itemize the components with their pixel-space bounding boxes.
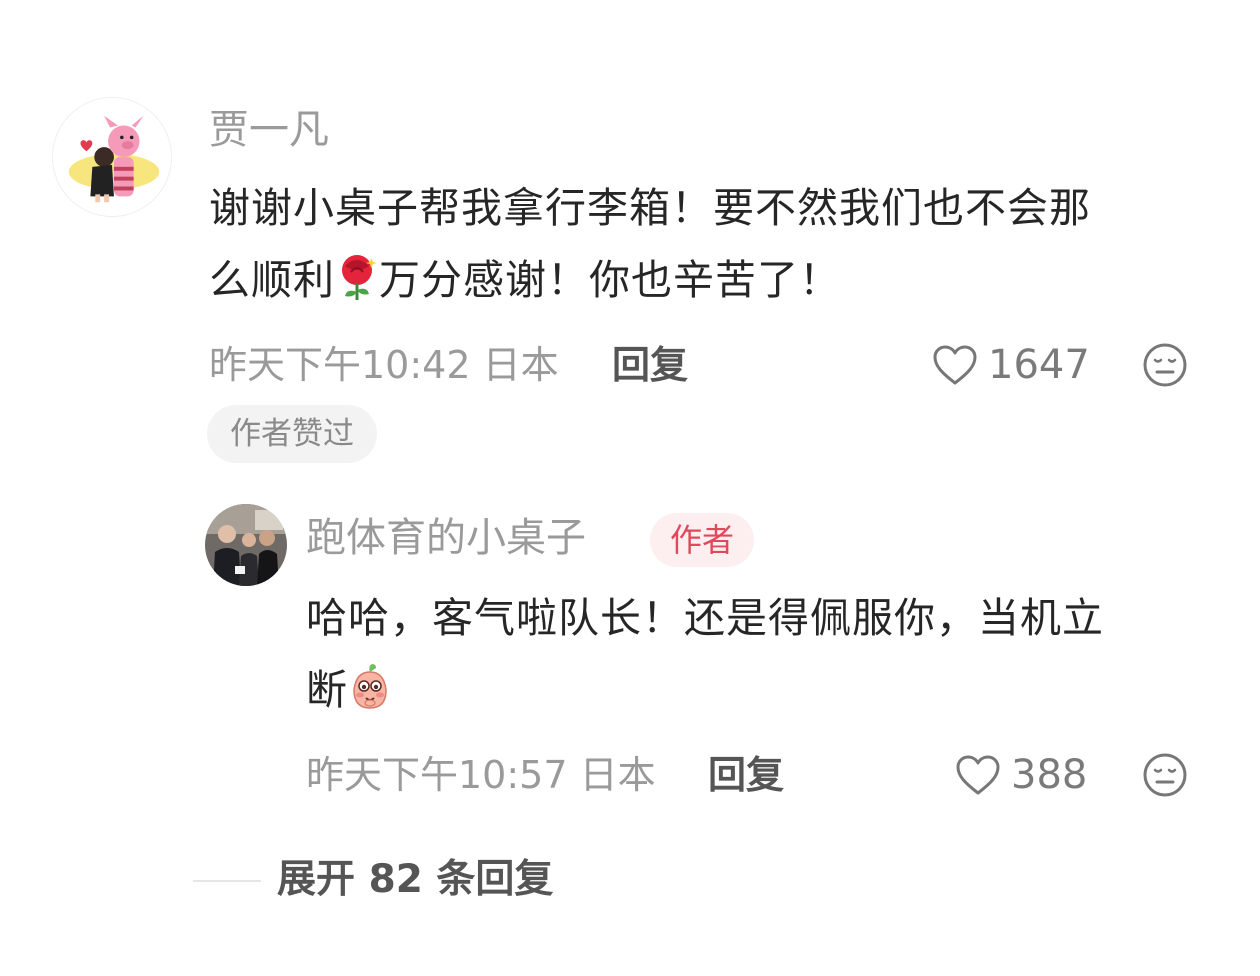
- comment-text-line2: 么顺利 万分感谢！你也辛苦了！: [209, 244, 1229, 316]
- commenter-username[interactable]: 贾一凡: [209, 106, 329, 154]
- reply-like-count: 388: [1011, 752, 1088, 798]
- author-liked-badge: 作者赞过: [207, 405, 377, 463]
- author-tag: 作者: [650, 513, 754, 567]
- reply-like-button[interactable]: 388: [955, 752, 1087, 798]
- replier-avatar[interactable]: [205, 504, 287, 586]
- commenter-avatar[interactable]: [52, 97, 172, 217]
- reply-timestamp: 昨天下午10:57 日本: [306, 753, 656, 797]
- reply-reply-button[interactable]: 回复: [708, 752, 784, 798]
- comment-text: 谢谢小桌子帮我拿行李箱！要不然我们也不会那 么顺利 万分感谢！你也辛苦了！: [209, 172, 1229, 316]
- comment-text-line1: 谢谢小桌子帮我拿行李箱！要不然我们也不会那: [209, 184, 1091, 232]
- comment-thread: 贾一凡 谢谢小桌子帮我拿行李箱！要不然我们也不会那 么顺利 万分感谢！你也辛苦了…: [0, 0, 1260, 976]
- comment-text-line2-b: 万分感谢！你也辛苦了！: [379, 256, 841, 304]
- peach-blush-emoji-icon: [353, 664, 387, 709]
- rose-emoji-icon: [342, 255, 377, 300]
- reply-text-line2: 断: [306, 654, 1226, 726]
- expand-divider: [193, 880, 261, 882]
- like-count: 1647: [988, 342, 1090, 388]
- reply-text-line1: 哈哈，客气啦队长！还是得佩服你，当机立: [306, 594, 1104, 642]
- expand-replies-button[interactable]: 展开 82 条回复: [277, 856, 553, 904]
- reply-text-line2-a: 断: [306, 666, 348, 714]
- heart-icon: [933, 345, 977, 385]
- group-photo-icon: [205, 504, 287, 586]
- dislike-face-icon[interactable]: [1142, 342, 1188, 388]
- dislike-face-icon[interactable]: [1142, 752, 1188, 798]
- comment-timestamp: 昨天下午10:42 日本: [209, 343, 559, 387]
- heart-icon: [956, 755, 1000, 795]
- reply-button[interactable]: 回复: [612, 342, 688, 388]
- comment-text-line2-a: 么顺利: [209, 256, 335, 304]
- replier-username[interactable]: 跑体育的小桌子: [306, 514, 586, 562]
- reply-text: 哈哈，客气啦队长！还是得佩服你，当机立 断: [306, 582, 1226, 726]
- like-button[interactable]: 1647: [932, 342, 1090, 388]
- pink-pig-hug-icon: [53, 98, 171, 216]
